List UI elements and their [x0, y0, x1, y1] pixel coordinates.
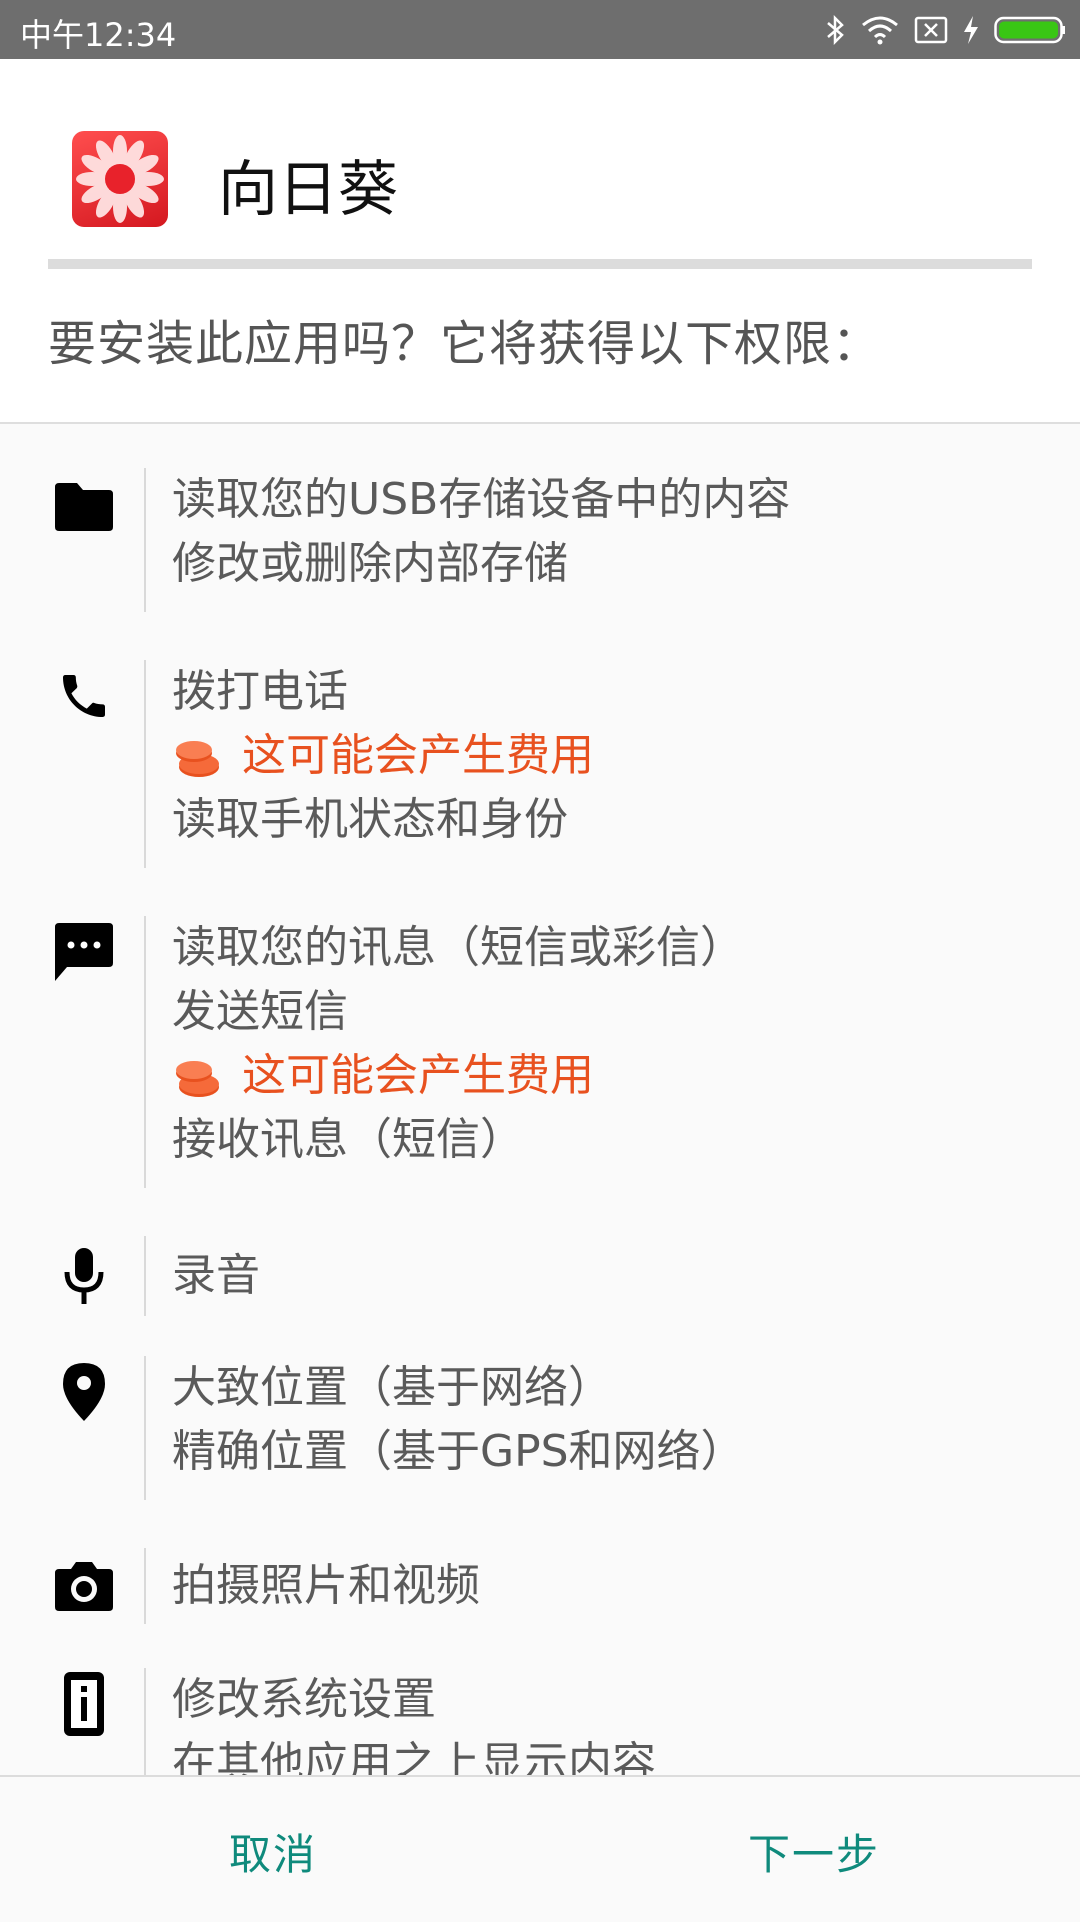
cost-warning: 这可能会产生费用 — [172, 1044, 744, 1108]
cost-warning-text: 这可能会产生费用 — [242, 730, 594, 781]
permission-group-system-settings: 修改系统设置 在其他应用之上显示内容 — [0, 1668, 1080, 1775]
permission-line: 读取您的讯息（短信或彩信） — [172, 922, 744, 973]
group-divider — [144, 660, 146, 868]
permission-line: 拍摄照片和视频 — [172, 1560, 480, 1611]
message-icon — [52, 920, 116, 984]
app-name: 向日葵 — [218, 155, 398, 225]
cost-warning-text: 这可能会产生费用 — [242, 1050, 594, 1101]
permission-group-location: 大致位置（基于网络） 精确位置（基于GPS和网络） — [0, 1356, 1080, 1500]
group-divider — [144, 916, 146, 1188]
permission-line: 修改系统设置 — [172, 1674, 436, 1725]
group-divider — [144, 1548, 146, 1624]
settings-device-icon — [52, 1672, 116, 1736]
install-question: 要安装此应用吗？它将获得以下权限： — [48, 316, 882, 372]
coins-icon — [172, 1051, 222, 1101]
folder-icon — [52, 475, 116, 539]
cancel-button[interactable]: 取消 — [229, 1821, 317, 1882]
permission-group-storage: 读取您的USB存储设备中的内容 修改或删除内部存储 — [0, 468, 1080, 612]
coins-icon — [172, 731, 222, 781]
location-icon — [52, 1360, 116, 1424]
camera-icon — [52, 1554, 116, 1618]
permission-line: 拨打电话 — [172, 666, 348, 717]
status-bar: 中午12:34 — [0, 0, 1080, 59]
group-divider — [144, 1356, 146, 1500]
permission-group-camera: 拍摄照片和视频 — [0, 1548, 1080, 1624]
permission-line: 修改或删除内部存储 — [172, 538, 568, 589]
permission-line: 录音 — [172, 1250, 260, 1301]
phone-icon — [52, 664, 116, 728]
wifi-icon — [860, 15, 900, 45]
sim-off-icon — [914, 16, 948, 44]
status-time: 中午12:34 — [20, 16, 177, 54]
permission-line: 在其他应用之上显示内容 — [172, 1738, 656, 1775]
bottom-action-bar: 取消 下一步 — [0, 1775, 1080, 1922]
microphone-icon — [52, 1244, 116, 1308]
permission-line: 大致位置（基于网络） — [172, 1362, 612, 1413]
group-divider — [144, 1236, 146, 1316]
permission-line: 接收讯息（短信） — [172, 1114, 524, 1165]
permission-group-microphone: 录音 — [0, 1236, 1080, 1316]
bluetooth-icon — [824, 15, 846, 45]
header-divider — [48, 259, 1032, 269]
install-header: 向日葵 要安装此应用吗？它将获得以下权限： — [0, 59, 1080, 424]
next-button[interactable]: 下一步 — [748, 1821, 880, 1882]
permission-line: 发送短信 — [172, 986, 348, 1037]
group-divider — [144, 468, 146, 612]
group-divider — [144, 1668, 146, 1775]
permission-line: 读取手机状态和身份 — [172, 794, 568, 845]
charging-icon — [962, 15, 980, 45]
permission-group-sms: 读取您的讯息（短信或彩信） 发送短信 这可能会产生费用 接收讯息（短信） — [0, 916, 1080, 1188]
app-icon — [72, 131, 168, 227]
permission-line: 精确位置（基于GPS和网络） — [172, 1426, 745, 1477]
permission-group-phone: 拨打电话 这可能会产生费用 读取手机状态和身份 — [0, 660, 1080, 868]
permission-line: 读取您的USB存储设备中的内容 — [172, 474, 791, 525]
permission-list[interactable]: 读取您的USB存储设备中的内容 修改或删除内部存储 拨打电话 这可能会产生费用 — [0, 423, 1080, 1775]
cost-warning: 这可能会产生费用 — [172, 724, 594, 788]
battery-icon — [994, 15, 1066, 45]
